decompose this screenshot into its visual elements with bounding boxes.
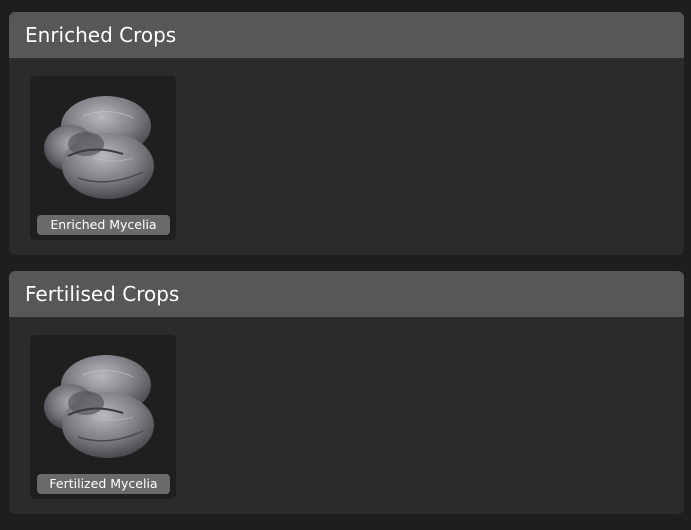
section-title: Fertilised Crops	[9, 271, 684, 317]
section-fertilised-crops: Fertilised Crops Fertilized Mycelia	[9, 271, 684, 514]
mycelia-icon	[38, 345, 168, 470]
section-enriched-crops: Enriched Crops Enriched Mycelia	[9, 12, 684, 255]
item-tile-fertilized-mycelia[interactable]: Fertilized Mycelia	[30, 335, 176, 499]
section-title: Enriched Crops	[9, 12, 684, 58]
mycelia-icon	[38, 86, 168, 211]
item-label: Enriched Mycelia	[37, 215, 170, 235]
item-label: Fertilized Mycelia	[37, 474, 170, 494]
item-tile-enriched-mycelia[interactable]: Enriched Mycelia	[30, 76, 176, 240]
